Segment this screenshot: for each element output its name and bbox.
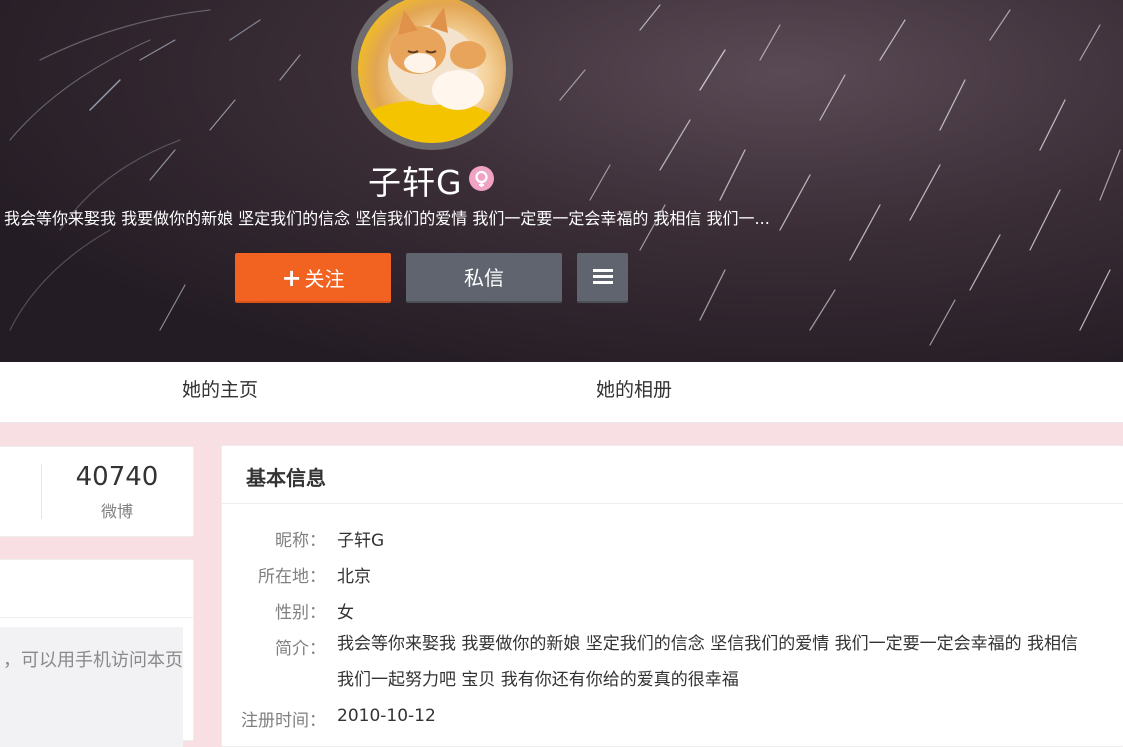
mobile-access-panel	[0, 627, 183, 747]
profile-nickname: 子轩G	[368, 163, 463, 202]
weibo-count-label[interactable]: 微博	[42, 498, 192, 522]
info-label: 注册时间：	[241, 711, 326, 731]
info-label: 简介：	[275, 639, 326, 659]
divider	[222, 503, 1123, 504]
weibo-count[interactable]: 40740	[42, 462, 192, 492]
female-icon	[469, 166, 494, 191]
basic-info-title: 基本信息	[246, 466, 326, 490]
info-value: 子轩G	[337, 531, 385, 551]
info-label: 性别：	[275, 603, 326, 623]
more-menu-button[interactable]	[577, 253, 628, 303]
info-value: 北京	[337, 567, 371, 587]
tab-her-homepage[interactable]: 她的主页	[182, 362, 258, 422]
profile-tab-bar: 她的主页 她的相册	[0, 362, 1123, 423]
info-value: 女	[337, 603, 354, 623]
cat-avatar-image	[358, 0, 506, 143]
message-label: 私信	[464, 266, 504, 290]
info-value: 2010-10-12	[337, 706, 436, 726]
mobile-access-text: ，可以用手机访问本页	[3, 650, 183, 671]
profile-cover: 子轩G 我会等你来娶我 我要做你的新娘 坚定我们的信念 坚信我们的爱情 我们一定…	[0, 0, 1123, 362]
info-label: 所在地：	[258, 567, 326, 587]
follow-button[interactable]: + 关注	[235, 253, 391, 303]
tab-her-album[interactable]: 她的相册	[596, 362, 672, 422]
plus-icon: +	[281, 264, 302, 292]
basic-info-card: 基本信息 昵称： 子轩G 所在地： 北京 性别： 女 简介： 我会等你来娶我 我…	[221, 445, 1123, 747]
profile-bio: 我会等你来娶我 我要做你的新娘 坚定我们的信念 坚信我们的爱情 我们一定要一定会…	[4, 209, 770, 228]
divider	[0, 617, 193, 618]
star-trail-background	[9, 4, 1121, 346]
info-label: 昵称：	[275, 531, 326, 551]
menu-icon	[593, 269, 613, 285]
follow-label: 关注	[304, 267, 345, 291]
mobile-access-card: ，可以用手机访问本页	[0, 559, 194, 747]
info-value: 我会等你来娶我 我要做你的新娘 坚定我们的信念 坚信我们的爱情 我们一定要一定会…	[337, 634, 1079, 690]
stats-card: 40740 微博	[0, 446, 194, 537]
message-button[interactable]: 私信	[406, 253, 562, 303]
